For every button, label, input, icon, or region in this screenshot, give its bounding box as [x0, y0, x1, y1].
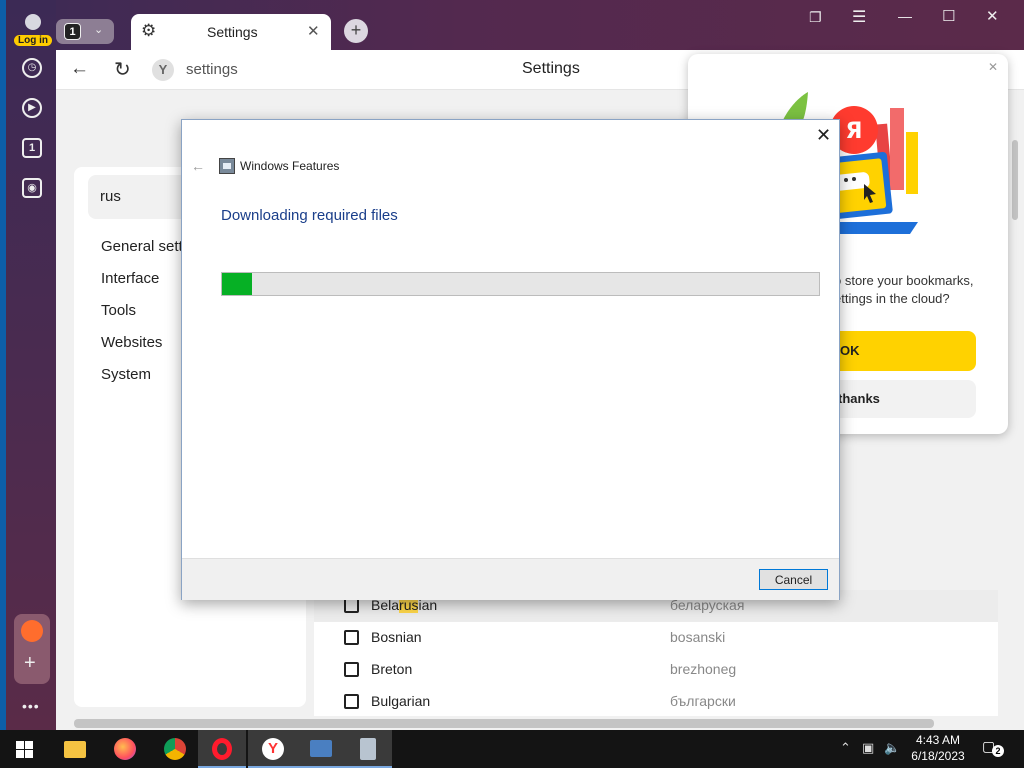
scroll-thumb[interactable] [1012, 140, 1018, 220]
nav-item-general[interactable]: General setti [101, 238, 186, 255]
list-item[interactable]: Bosnian bosanski [314, 622, 998, 654]
history-icon[interactable]: ◷ [20, 56, 44, 80]
chrome-icon [164, 738, 186, 760]
menu-icon[interactable]: ☰ [852, 7, 866, 27]
notification-count: 2 [992, 745, 1004, 757]
nav-item-system[interactable]: System [101, 366, 151, 383]
taskbar-yandex-browser[interactable]: Y [248, 730, 296, 768]
search-value: rus [100, 188, 121, 205]
windows-features-icon [219, 158, 235, 174]
close-tab-icon[interactable]: ✕ [307, 22, 320, 40]
language-checkbox[interactable] [344, 630, 359, 645]
video-icon[interactable]: ▶ [20, 96, 44, 120]
back-arrow-icon: ← [191, 158, 205, 174]
back-icon[interactable]: ← [70, 58, 89, 80]
opera-icon [212, 738, 232, 760]
start-button[interactable] [0, 730, 48, 768]
close-window-icon[interactable]: ✕ [986, 7, 999, 25]
dialog-heading: Downloading required files [221, 207, 398, 224]
desktop-edge [0, 0, 6, 730]
language-native-name: bosanski [670, 629, 726, 645]
language-name: Breton [371, 661, 413, 677]
windows-features-dialog: ✕ ← Windows Features Downloading require… [181, 119, 840, 600]
network-icon[interactable]: ▣ [862, 740, 874, 756]
user-avatar-icon [25, 14, 41, 30]
sidebar-widgets: + [14, 614, 50, 684]
list-item[interactable]: Bulgarian български [314, 686, 998, 718]
site-icon: Y [152, 59, 174, 81]
tabs-icon[interactable]: 1 [20, 136, 44, 160]
login-label: Log in [14, 35, 52, 46]
tab-title: Settings [207, 24, 258, 40]
close-icon[interactable]: ✕ [988, 60, 998, 74]
dialog-title: Windows Features [240, 159, 340, 173]
tab-counter-button[interactable]: 1 ⌄ [56, 19, 114, 44]
windows-features-icon [360, 738, 376, 760]
language-checkbox[interactable] [344, 598, 359, 613]
taskbar-opera[interactable] [198, 730, 246, 768]
screenshot-icon[interactable]: ◉ [20, 176, 44, 200]
add-widget-icon[interactable]: + [24, 652, 36, 675]
dialog-footer: Cancel [182, 558, 839, 600]
volume-muted-icon[interactable]: 🔈 [884, 740, 900, 756]
language-name: Bulgarian [371, 693, 431, 709]
yandex-browser-icon: Y [262, 738, 284, 760]
url-text[interactable]: settings [186, 61, 238, 78]
file-explorer-icon [64, 741, 86, 758]
reload-icon[interactable]: ↻ [114, 57, 131, 82]
notifications-icon[interactable]: ▢ 2 [982, 738, 1004, 758]
tab-settings[interactable]: ⚙ Settings ✕ [131, 14, 331, 50]
page-title: Settings [522, 60, 580, 77]
scroll-thumb[interactable] [74, 719, 934, 728]
clock-date: 6/18/2023 [911, 749, 965, 763]
taskbar-chrome[interactable] [150, 730, 198, 768]
progress-fill [222, 273, 252, 295]
sync-prompt-text: o store your bookmarks, ettings in the c… [834, 273, 974, 306]
start-icon [16, 741, 33, 758]
language-native-name: български [670, 693, 736, 709]
more-icon[interactable]: ••• [22, 698, 40, 714]
chevron-up-icon[interactable]: ⌃ [840, 740, 851, 756]
clock-time: 4:43 AM [915, 733, 961, 747]
language-checkbox[interactable] [344, 694, 359, 709]
taskbar-file-explorer[interactable] [50, 730, 98, 768]
tab-count: 1 [64, 23, 81, 40]
list-item[interactable]: Breton brezhoneg [314, 654, 998, 686]
language-checkbox[interactable] [344, 662, 359, 677]
horizontal-scrollbar[interactable] [56, 716, 1006, 730]
system-clock[interactable]: 4:43 AM 6/18/2023 [906, 732, 970, 764]
remote-desktop-icon [310, 740, 332, 757]
maximize-icon[interactable]: ☐ [942, 7, 955, 25]
mail-icon[interactable] [21, 620, 43, 642]
new-tab-button[interactable]: + [344, 19, 368, 43]
taskbar-windows-features[interactable] [344, 730, 392, 768]
language-name: Bosnian [371, 629, 422, 645]
gear-icon: ⚙ [141, 21, 157, 40]
taskbar-firefox[interactable] [100, 730, 148, 768]
download-progress-bar [221, 272, 820, 296]
taskbar-remote-desktop[interactable] [296, 730, 344, 768]
vertical-scrollbar[interactable] [1006, 90, 1024, 730]
cancel-button[interactable]: Cancel [759, 569, 828, 590]
taskbar: Y ⌃ ▣ 🔈 4:43 AM 6/18/2023 ▢ 2 [0, 730, 1024, 768]
nav-item-tools[interactable]: Tools [101, 302, 136, 319]
nav-item-interface[interactable]: Interface [101, 270, 159, 287]
nav-item-websites[interactable]: Websites [101, 334, 162, 351]
chevron-down-icon: ⌄ [94, 24, 104, 36]
minimize-icon[interactable]: — [898, 8, 912, 24]
bookmarks-icon[interactable]: ❐ [809, 9, 822, 26]
language-native-name: brezhoneg [670, 661, 737, 677]
close-icon[interactable]: ✕ [816, 125, 831, 146]
login-button[interactable]: Log in [12, 14, 54, 48]
firefox-icon [114, 738, 136, 760]
svg-text:Я: Я [846, 119, 863, 144]
